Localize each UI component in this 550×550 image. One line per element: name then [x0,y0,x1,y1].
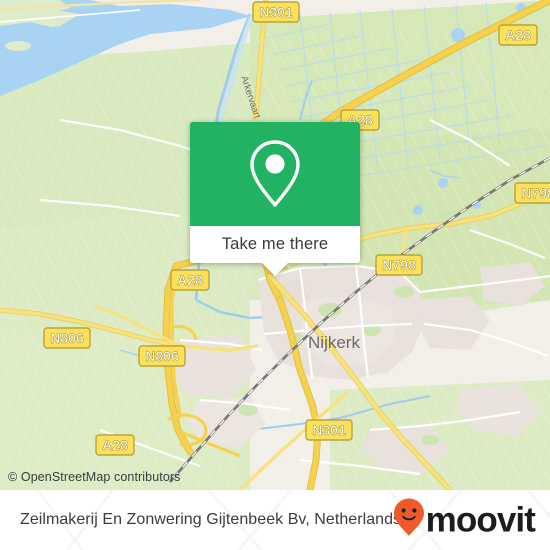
road-shield-label: N806 [145,348,179,364]
moovit-wordmark: moovit [425,500,536,540]
take-me-there-label: Take me there [221,235,329,253]
road-shield: A28 [498,24,538,46]
road-shield: N806 [43,327,91,349]
callout-action-panel[interactable]: Take me there [190,226,360,263]
take-me-there-callout[interactable]: Take me there [190,122,360,276]
road-shield: N806 [138,345,186,367]
road-shield: N301 [305,419,353,441]
road-shield-label: A28 [177,272,203,288]
road-shield-label: N798 [382,257,416,273]
road-shield-label: N301 [259,4,293,20]
road-shield-label: A28 [505,27,531,43]
road-shield-label: N798 [521,185,550,201]
callout-icon-panel [190,122,360,226]
callout-tail [262,263,288,276]
road-shield: N301 [252,1,300,23]
moovit-logo[interactable]: moovit [393,498,536,543]
moovit-pin-icon [393,498,425,543]
osm-attribution: © OpenStreetMap contributors [8,470,181,484]
road-shield: N798 [514,182,550,204]
location-pin-icon [246,138,304,210]
road-shield: N798 [375,254,423,276]
bottom-bar: Zeilmakerij En Zonwering Gijtenbeek Bv, … [0,490,550,550]
road-shield-label: A28 [102,437,128,453]
place-title: Zeilmakerij En Zonwering Gijtenbeek Bv, … [20,511,402,528]
city-label: Nijkerk [308,333,360,352]
road-shield-label: N301 [312,422,346,438]
road-shield-label: N806 [50,330,84,346]
road-shield: A28 [170,269,210,291]
road-shield: A28 [95,434,135,456]
